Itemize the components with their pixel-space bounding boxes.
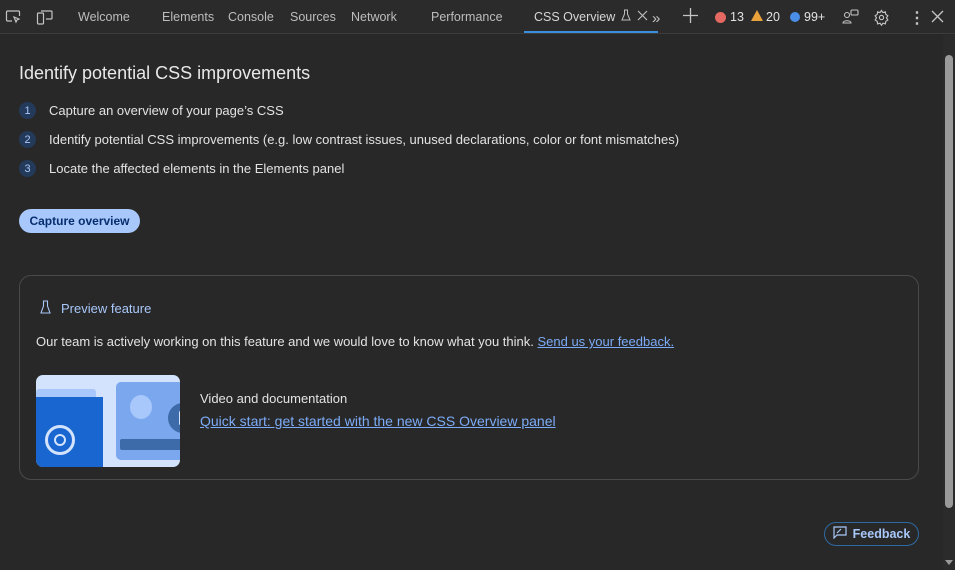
devtools-tab-bar: Welcome Elements Console Sources Network… <box>0 0 955 34</box>
tab-network[interactable]: Network <box>351 0 397 34</box>
inspect-element-icon[interactable] <box>5 9 21 25</box>
step-item: 1 Capture an overview of your page’s CSS <box>19 102 284 119</box>
warning-count-badge[interactable]: 20 <box>751 10 780 24</box>
warning-count: 20 <box>766 10 780 24</box>
tab-console[interactable]: Console <box>228 0 274 34</box>
experiment-flask-icon <box>621 9 632 24</box>
tab-performance[interactable]: Performance <box>431 0 503 34</box>
close-tab-icon[interactable] <box>637 10 648 24</box>
more-options-icon[interactable]: ⋮ <box>909 8 925 28</box>
preview-feature-header: Preview feature <box>40 300 151 317</box>
message-count: 99+ <box>804 10 826 24</box>
quick-start-link[interactable]: Quick start: get started with the new CS… <box>200 413 556 429</box>
error-count: 13 <box>730 10 744 24</box>
tab-css-overview[interactable]: CSS Overview <box>523 0 659 34</box>
preview-description: Our team is actively working on this fea… <box>36 334 534 349</box>
experiment-flask-icon <box>40 300 51 317</box>
step-text: Locate the affected elements in the Elem… <box>49 161 345 176</box>
step-item: 2 Identify potential CSS improvements (e.… <box>19 131 679 148</box>
step-number: 2 <box>19 131 36 148</box>
feedback-label: Feedback <box>852 527 911 541</box>
page-title: Identify potential CSS improvements <box>19 63 311 83</box>
send-feedback-link[interactable]: Send us your feedback. <box>537 334 674 349</box>
step-text: Identify potential CSS improvements (e.g… <box>49 132 680 147</box>
vertical-scrollbar[interactable] <box>943 35 955 570</box>
capture-overview-button[interactable]: Capture overview <box>19 209 140 233</box>
tab-sources[interactable]: Sources <box>290 0 336 34</box>
device-emulation-icon[interactable] <box>36 9 54 25</box>
message-icon <box>790 12 800 22</box>
feedback-button[interactable]: Feedback <box>824 522 919 546</box>
error-count-badge[interactable]: 13 <box>715 10 744 24</box>
preview-feature-text: Our team is actively working on this fea… <box>36 334 674 349</box>
video-heading: Video and documentation <box>200 391 348 406</box>
settings-gear-icon[interactable] <box>873 9 890 26</box>
scroll-down-arrow-icon[interactable] <box>945 560 953 565</box>
feedback-icon <box>833 526 847 542</box>
tab-welcome[interactable]: Welcome <box>78 0 130 34</box>
preview-feature-heading: Preview feature <box>61 301 152 316</box>
step-number: 1 <box>19 102 36 119</box>
tab-css-overview-label: CSS Overview <box>534 9 616 24</box>
step-text: Capture an overview of your page’s CSS <box>49 103 284 118</box>
error-icon <box>715 11 726 23</box>
customize-feedback-icon[interactable] <box>842 9 859 25</box>
tab-elements[interactable]: Elements <box>162 0 214 34</box>
message-count-badge[interactable]: 99+ <box>790 10 825 24</box>
step-item: 3 Locate the affected elements in the Ele… <box>19 160 344 177</box>
more-tabs-icon[interactable]: » <box>652 10 660 27</box>
close-devtools-icon[interactable] <box>931 10 944 23</box>
video-thumbnail[interactable] <box>36 375 180 467</box>
chrome-logo-icon <box>45 425 75 455</box>
add-tab-icon[interactable] <box>683 8 698 23</box>
step-number: 3 <box>19 160 36 177</box>
scrollbar-thumb[interactable] <box>945 55 953 508</box>
warning-icon <box>751 10 763 24</box>
css-overview-panel: Identify potential CSS improvements 1 Cap… <box>0 35 943 570</box>
preview-feature-card: Preview feature Our team is actively wor… <box>19 275 919 480</box>
